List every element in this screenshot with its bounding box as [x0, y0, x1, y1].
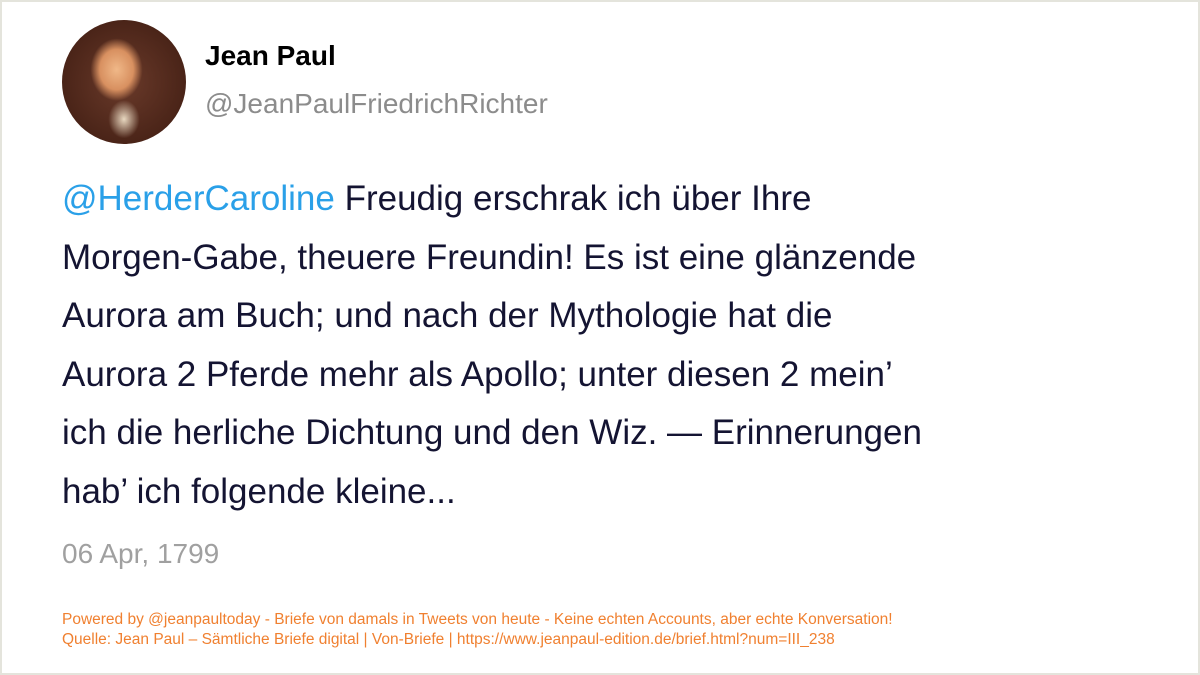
footer-powered-by: Powered by @jeanpaultoday - Briefe von d…	[62, 611, 893, 628]
avatar[interactable]	[62, 20, 186, 144]
footer: Powered by @jeanpaultoday - Briefe von d…	[62, 610, 893, 650]
author-name[interactable]: Jean Paul	[205, 40, 336, 72]
tweet-line: Morgen-Gabe, theuere Freundin! Es ist ei…	[62, 237, 917, 277]
tweet-line: Aurora am Buch; und nach der Mythologie …	[62, 296, 833, 335]
mention-link[interactable]: @HerderCaroline	[62, 179, 335, 218]
tweet-line-text: Freudig erschrak ich über Ihre	[334, 179, 812, 218]
tweet-date: 06 Apr, 1799	[62, 538, 220, 569]
tweet-line: ich die herliche Dichtung und den Wiz. —…	[62, 413, 922, 452]
tweet-line: hab’ ich folgende kleine...	[62, 471, 456, 511]
tweet-text: @HerderCaroline Freudig erschrak ich übe…	[62, 170, 922, 521]
tweet-line: @HerderCaroline Freudig erschrak ich übe…	[62, 170, 922, 229]
footer-source: Quelle: Jean Paul – Sämtliche Briefe dig…	[62, 631, 835, 648]
tweet-line: Aurora 2 Pferde mehr als Apollo; unter d…	[62, 354, 893, 394]
author-handle[interactable]: @JeanPaulFriedrichRichter	[205, 88, 548, 120]
